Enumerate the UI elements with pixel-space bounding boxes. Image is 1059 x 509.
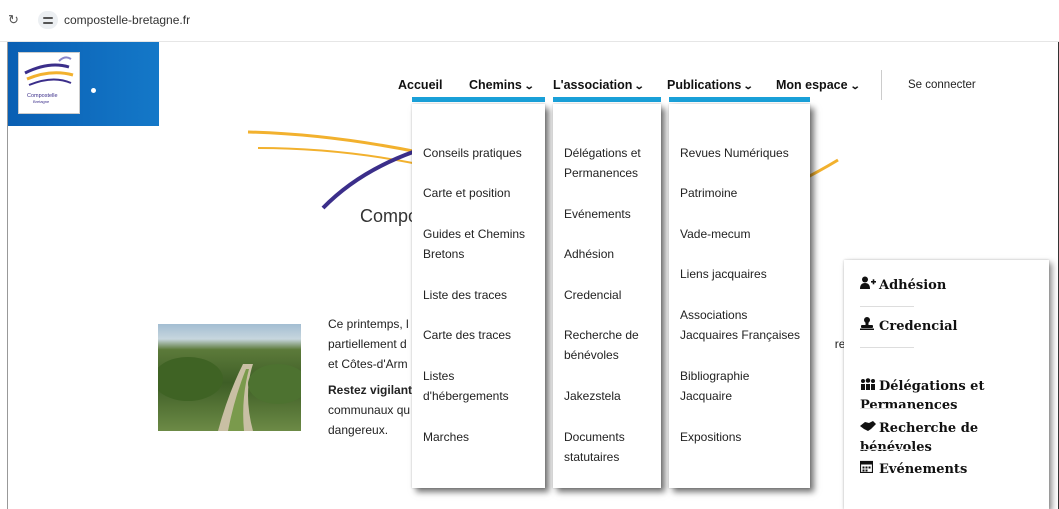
- chevron-down-icon: ⌄: [634, 81, 646, 92]
- menu-item-carte-des-traces[interactable]: Carte des traces: [423, 325, 511, 345]
- logo-text-2: Bretagne: [33, 99, 50, 104]
- dropdown-association: Délégations et Permanences Evénements Ad…: [553, 104, 661, 488]
- reload-icon[interactable]: ↻: [8, 12, 24, 28]
- menu-item-listes-hebergements[interactable]: Listes d'hébergements: [423, 366, 509, 406]
- handshake-icon: [860, 419, 876, 438]
- article-line-1: Ce printemps, l: [328, 317, 409, 331]
- menu-item-revues-numeriques[interactable]: Revues Numériques: [680, 143, 789, 163]
- widget-divider: [860, 449, 914, 450]
- nav-underline-publications: [669, 97, 810, 102]
- nav-association-label: L'association: [553, 78, 633, 92]
- widget-divider: [860, 347, 914, 348]
- nav-accueil[interactable]: Accueil: [398, 78, 442, 92]
- calendar-icon: [859, 460, 876, 479]
- article-line-6: dangereux.: [328, 423, 389, 437]
- menu-item-vade-mecum[interactable]: Vade-mecum: [680, 224, 750, 244]
- menu-item-recherche-benevoles[interactable]: Recherche de bénévoles: [564, 325, 639, 365]
- user-plus-icon: [860, 276, 876, 295]
- logo-swoosh-icon: Compostelle Bretagne: [24, 56, 74, 104]
- nav-underline-association: [553, 97, 661, 102]
- article-line-3: et Côtes-d'Arm: [328, 357, 408, 371]
- url-text[interactable]: compostelle-bretagne.fr: [64, 13, 190, 27]
- logo-dot: [91, 88, 96, 93]
- menu-item-carte-et-position[interactable]: Carte et position: [423, 183, 510, 203]
- web-page: Compostelle Bretagne Accueil Chemins ⌄ L'…: [7, 42, 1059, 509]
- article-line-5: communaux qu: [328, 403, 411, 417]
- widget-divider: [860, 306, 914, 307]
- quick-link-evenements-label: Evénements: [879, 462, 968, 477]
- menu-item-delegations-permanences[interactable]: Délégations et Permanences: [564, 143, 641, 183]
- menu-item-evenements[interactable]: Evénements: [564, 204, 631, 224]
- menu-item-liens-jacquaires[interactable]: Liens jacquaires: [680, 264, 767, 284]
- article-line-2: partiellement d: [328, 337, 407, 351]
- menu-item-adhesion[interactable]: Adhésion: [564, 244, 614, 264]
- nav-chemins[interactable]: Chemins ⌄: [469, 78, 535, 92]
- widget-divider: [860, 408, 914, 409]
- nav-chemins-label: Chemins: [469, 78, 522, 92]
- hero-title: Compo: [360, 206, 419, 226]
- nav-association[interactable]: L'association ⌄: [553, 78, 646, 92]
- quick-link-adhesion-label: Adhésion: [879, 278, 947, 293]
- browser-address-bar: ↻ compostelle-bretagne.fr: [0, 0, 1059, 42]
- article-line-4: Restez vigilant: [328, 383, 413, 397]
- menu-item-guides-chemins-bretons[interactable]: Guides et Chemins Bretons: [423, 224, 525, 264]
- menu-item-liste-des-traces[interactable]: Liste des traces: [423, 285, 507, 305]
- chevron-down-icon: ⌄: [743, 81, 754, 92]
- menu-item-jakezstela[interactable]: Jakezstela: [564, 386, 621, 406]
- article-photo: [158, 324, 301, 431]
- nav-publications-label: Publications: [667, 78, 742, 92]
- people-group-icon: [860, 377, 876, 396]
- menu-item-expositions[interactable]: Expositions: [680, 427, 741, 447]
- quick-link-credencial-label: Credencial: [879, 319, 958, 334]
- menu-item-bibliographie-jacquaire[interactable]: Bibliographie Jacquaire: [680, 366, 749, 406]
- chevron-down-icon: ⌄: [849, 81, 861, 92]
- site-settings-icon[interactable]: [38, 11, 58, 29]
- dropdown-publications: Revues Numériques Patrimoine Vade-mecum …: [669, 104, 810, 488]
- menu-item-conseils-pratiques[interactable]: Conseils pratiques: [423, 143, 522, 163]
- menu-item-patrimoine[interactable]: Patrimoine: [680, 183, 737, 203]
- quick-link-delegations[interactable]: Délégations et Permanences: [860, 358, 984, 415]
- path-photo-icon: [158, 357, 301, 431]
- stamp-icon: [860, 317, 876, 336]
- login-link[interactable]: Se connecter: [908, 79, 976, 91]
- nav-mon-espace-label: Mon espace: [776, 78, 848, 92]
- quick-link-evenements[interactable]: Evénements: [859, 460, 968, 479]
- quick-link-credencial[interactable]: Credencial: [860, 317, 958, 336]
- site-header-logo-area: Compostelle Bretagne: [8, 42, 159, 126]
- quick-link-adhesion[interactable]: Adhésion: [860, 276, 946, 295]
- quick-link-recherche-benevoles[interactable]: Recherche de bénévoles: [860, 419, 1049, 457]
- chevron-down-icon: ⌄: [523, 81, 535, 92]
- dropdown-chemins: Conseils pratiques Carte et position Gui…: [412, 104, 545, 488]
- nav-publications[interactable]: Publications ⌄: [667, 78, 754, 92]
- menu-item-marches[interactable]: Marches: [423, 427, 469, 447]
- menu-item-associations-jacquaires[interactable]: Associations Jacquaires Françaises: [680, 305, 800, 345]
- menu-item-credencial[interactable]: Credencial: [564, 285, 621, 305]
- nav-underline-chemins: [412, 97, 545, 102]
- nav-mon-espace[interactable]: Mon espace ⌄: [776, 78, 861, 92]
- quick-links-widget: Adhésion Credencial Délégations et Perma…: [844, 260, 1049, 509]
- nav-divider: [881, 70, 882, 100]
- site-logo[interactable]: Compostelle Bretagne: [18, 52, 80, 114]
- nav-accueil-label: Accueil: [398, 78, 443, 92]
- menu-item-documents-statutaires[interactable]: Documents statutaires: [564, 427, 625, 467]
